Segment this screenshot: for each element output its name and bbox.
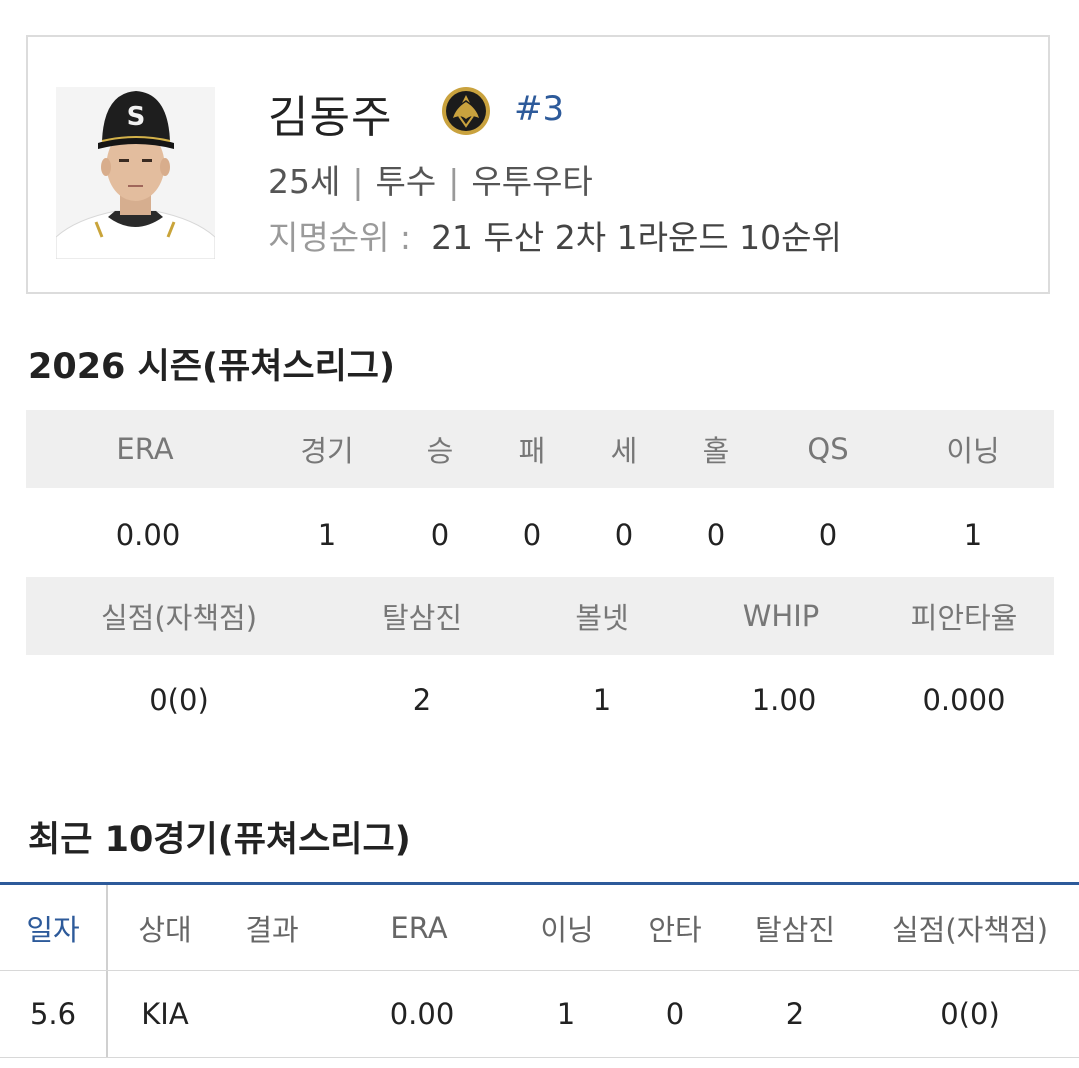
player-photo-icon: S: [56, 87, 215, 259]
stat-value: 1.00: [751, 683, 817, 717]
stat-header: 경기: [300, 434, 354, 468]
stat-value: 1: [317, 518, 337, 552]
stat-value: 0: [706, 518, 726, 552]
recent-games-title: 최근 10경기(퓨쳐스리그): [28, 820, 411, 860]
stat-value: 1: [592, 683, 612, 717]
stat-header: 승: [426, 434, 454, 468]
game-runs: 0(0): [940, 997, 1000, 1031]
game-strikeouts: 2: [785, 997, 805, 1031]
column-header-date[interactable]: 일자: [26, 885, 79, 970]
stat-header: 세: [610, 434, 638, 468]
player-number: #3: [514, 89, 565, 129]
stat-value: 0: [614, 518, 634, 552]
column-header-strikeouts[interactable]: 탈삼진: [755, 885, 835, 970]
player-age: 25세: [268, 162, 341, 201]
player-name: 김동주: [268, 92, 393, 143]
team-emblem-icon: [442, 87, 490, 135]
player-photo: S: [56, 87, 215, 259]
recent-games-header: 일자 상대 결과 ERA 이닝 안타 탈삼진 실점(자책점): [0, 885, 1079, 971]
stat-value: 0: [522, 518, 542, 552]
season-stats-header-2: 실점(자책점) 탈삼진 볼넷 WHIP 피안타율: [26, 577, 1054, 655]
game-era: 0.00: [389, 997, 455, 1031]
column-header-era[interactable]: ERA: [390, 885, 447, 970]
stat-value: 0.000: [922, 683, 1006, 717]
column-header-innings[interactable]: 이닝: [540, 885, 593, 970]
cap-logo-text: S: [127, 102, 146, 132]
stat-header: 피안타율: [910, 601, 1018, 635]
game-date: 5.6: [29, 997, 77, 1031]
season-title: 2026 시즌(퓨쳐스리그): [28, 347, 395, 387]
stat-value: 2: [412, 683, 432, 717]
stat-header: 실점(자책점): [100, 601, 258, 635]
column-header-opponent[interactable]: 상대: [138, 885, 191, 970]
stat-header: ERA: [116, 432, 174, 466]
season-stats-header-1: ERA 경기 승 패 세 홀 QS 이닝: [26, 410, 1054, 488]
game-opponent: KIA: [141, 997, 189, 1031]
game-hits: 0: [665, 997, 685, 1031]
column-header-result[interactable]: 결과: [245, 885, 298, 970]
column-header-runs[interactable]: 실점(자책점): [892, 885, 1048, 970]
game-innings: 1: [556, 997, 576, 1031]
separator: |: [352, 162, 364, 201]
stat-value: 0.00: [115, 518, 181, 552]
season-stats-values-1: 0.00 1 0 0 0 0 0 1: [26, 496, 1054, 574]
stat-header: 볼넷: [575, 601, 629, 635]
stat-header: WHIP: [742, 599, 820, 633]
stat-value: 0: [430, 518, 450, 552]
draft-label: 지명순위 :: [268, 218, 412, 257]
column-header-hits[interactable]: 안타: [648, 885, 701, 970]
player-draft: 지명순위 : 21 두산 2차 1라운드 10순위: [268, 211, 842, 259]
stat-header: 홀: [702, 434, 730, 468]
stat-header: QS: [807, 432, 849, 466]
stat-header: 이닝: [946, 434, 1000, 468]
stat-value: 0: [818, 518, 838, 552]
stat-header: 패: [518, 434, 546, 468]
stat-value: 1: [963, 518, 983, 552]
separator: |: [448, 162, 460, 201]
player-profile-card: S 김동주 #3 25세 | 투수 | 우투우타 지명순위 : 21 두산 2차 1라운드…: [26, 35, 1050, 294]
stat-header: 탈삼진: [381, 601, 463, 635]
player-meta: 25세 | 투수 | 우투우타: [268, 155, 593, 203]
recent-games-table: 일자 상대 결과 ERA 이닝 안타 탈삼진 실점(자책점) 5.6 KIA 0…: [0, 882, 1079, 1058]
table-row[interactable]: 5.6 KIA 0.00 1 0 2 0(0): [0, 971, 1079, 1058]
player-hand: 우투우타: [471, 162, 593, 201]
player-position: 투수: [375, 162, 437, 201]
season-stats-values-2: 0(0) 2 1 1.00 0.000: [26, 661, 1054, 739]
draft-value: 21 두산 2차 1라운드 10순위: [431, 218, 842, 257]
stat-value: 0(0): [149, 683, 209, 717]
